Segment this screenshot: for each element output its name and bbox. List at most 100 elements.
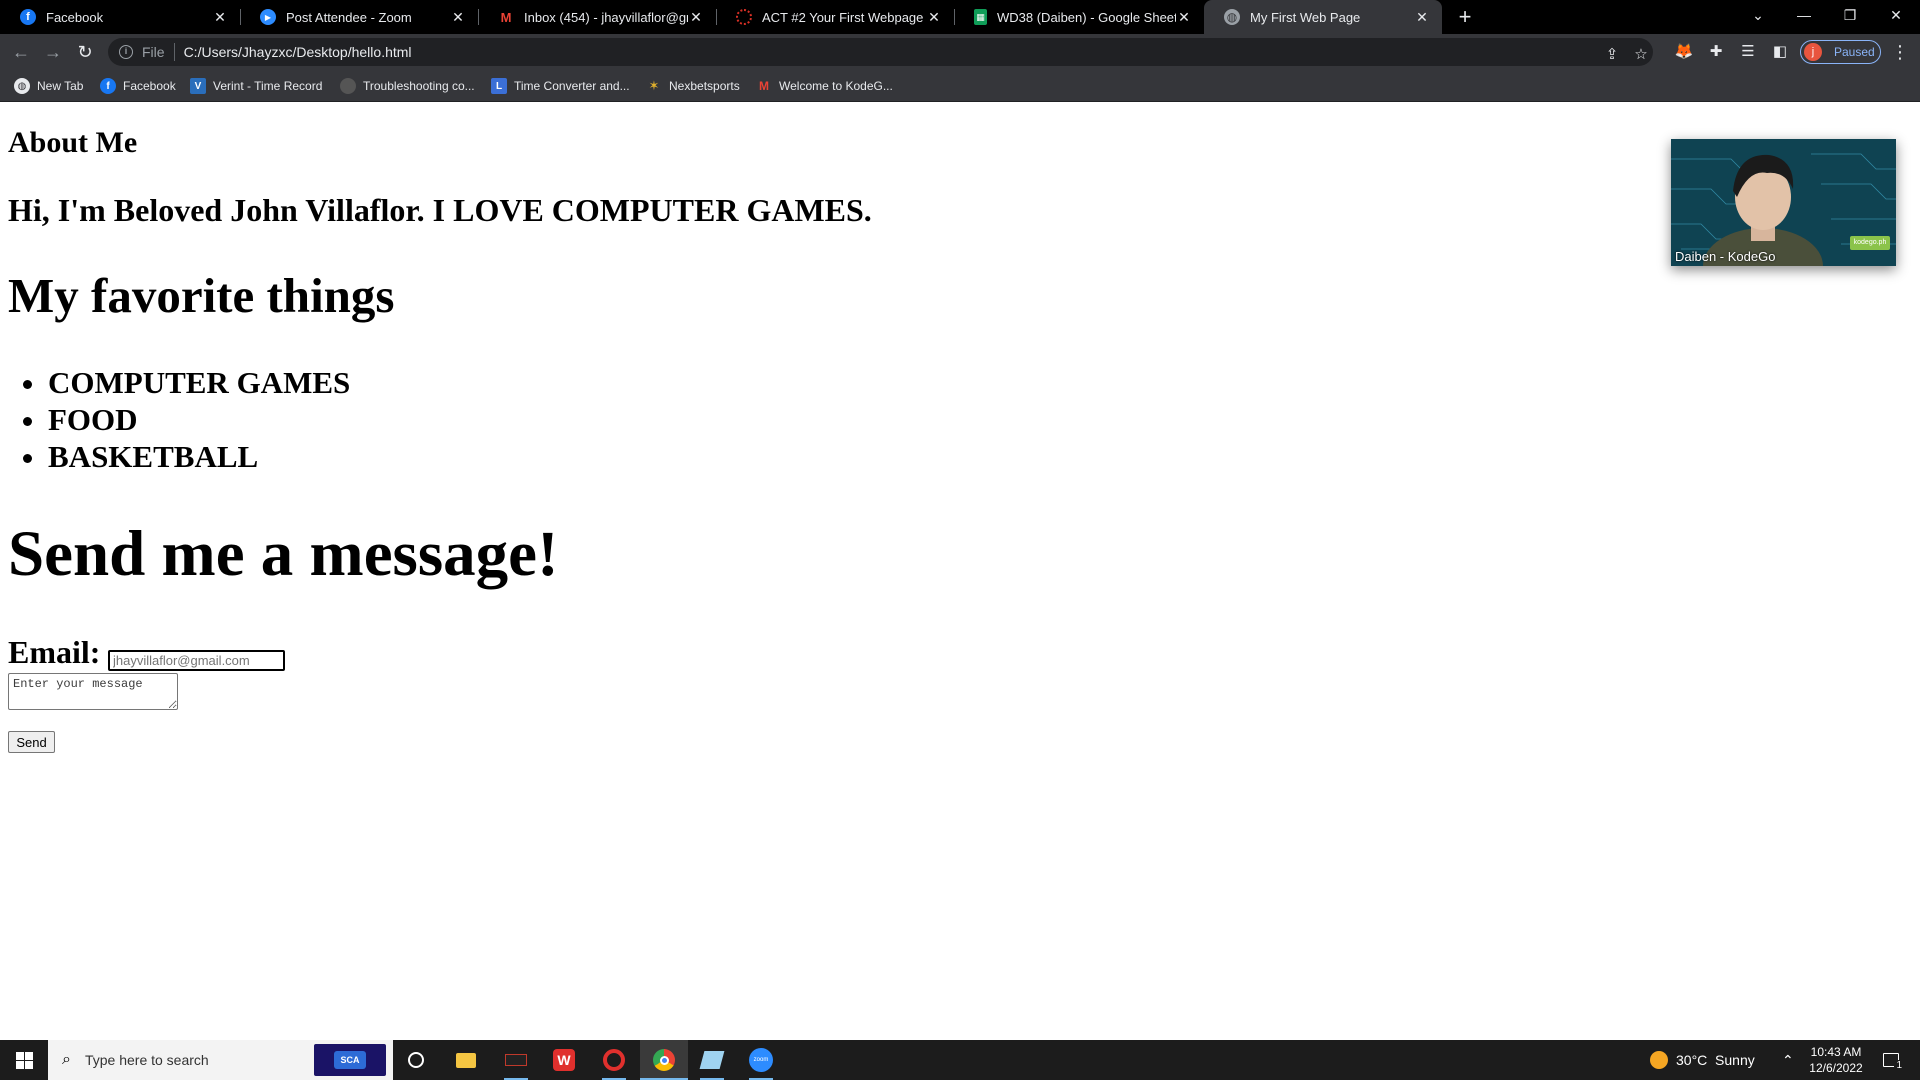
google-sheets-icon: ▦	[974, 9, 987, 25]
extensions-puzzle-icon[interactable]: ✚	[1705, 41, 1727, 63]
chevron-up-icon[interactable]: ⌃	[1782, 1040, 1794, 1080]
tab-title: Inbox (454) - jhayvillaflor@gmail	[524, 9, 688, 25]
divider	[173, 43, 175, 61]
kodego-badge: kodego.ph	[1850, 236, 1890, 250]
intro-text: Hi, I'm Beloved John Villaflor. I LOVE C…	[8, 192, 872, 228]
weather-text: 30°C Sunny	[1676, 1052, 1755, 1068]
info-icon[interactable]: i	[119, 45, 133, 59]
mobile-legends-icon[interactable]	[496, 1040, 536, 1080]
sun-icon	[1650, 1051, 1668, 1069]
send-button[interactable]: Send	[8, 731, 55, 753]
favorites-heading: My favorite things	[8, 268, 395, 323]
side-panel-icon[interactable]: ◧	[1769, 41, 1791, 63]
bookmark-time-converter[interactable]: L Time Converter and...	[491, 76, 630, 96]
tab-gmail[interactable]: M Inbox (454) - jhayvillaflor@gmail ✕	[478, 0, 716, 34]
bookmark-verint[interactable]: V Verint - Time Record	[190, 76, 322, 96]
message-textarea[interactable]	[8, 673, 178, 710]
gmail-icon: M	[759, 79, 769, 93]
tab-title: WD38 (Daiben) - Google Sheets	[997, 9, 1176, 25]
tab-zoom[interactable]: ▶ Post Attendee - Zoom ✕	[240, 0, 478, 34]
more-menu-icon[interactable]: ⋮	[1890, 40, 1910, 64]
url-scheme: File	[142, 44, 165, 60]
participant-name: Daiben - KodeGo	[1675, 249, 1776, 264]
bookmark-label: Welcome to KodeG...	[779, 79, 893, 93]
forward-button[interactable]: →	[41, 40, 65, 64]
minimize-button[interactable]: —	[1781, 0, 1827, 34]
notepad-icon[interactable]	[692, 1040, 732, 1080]
reload-button[interactable]: ↻	[73, 40, 97, 64]
restore-button[interactable]: ❐	[1827, 0, 1873, 34]
close-icon[interactable]: ✕	[688, 9, 704, 26]
bookmark-facebook[interactable]: f Facebook	[100, 76, 176, 96]
bookmark-nexbetsports[interactable]: ✶ Nexbetsports	[646, 76, 740, 96]
list-item: BASKETBALL	[48, 438, 350, 475]
tab-title: My First Web Page	[1250, 9, 1361, 25]
share-icon[interactable]: ⇪	[1601, 44, 1623, 66]
tab-google-sheets[interactable]: ▦ WD38 (Daiben) - Google Sheets ✕	[954, 0, 1204, 34]
close-icon[interactable]: ✕	[1176, 9, 1192, 26]
tab-act2[interactable]: ACT #2 Your First Webpage ✕	[716, 0, 954, 34]
back-button[interactable]: ←	[9, 40, 33, 64]
nexbetsports-icon: ✶	[648, 78, 660, 93]
bookmark-label: Verint - Time Record	[213, 79, 323, 93]
list-item: COMPUTER GAMES	[48, 364, 350, 401]
tab-title: Post Attendee - Zoom	[286, 9, 412, 25]
opera-icon[interactable]	[594, 1040, 634, 1080]
loading-spinner-icon	[736, 9, 752, 25]
clock[interactable]: 10:43 AM 12/6/2022	[1808, 1040, 1864, 1080]
search-placeholder: Type here to search	[84, 1052, 209, 1068]
task-view-icon[interactable]	[396, 1040, 436, 1080]
bookmark-star-icon[interactable]: ☆	[1630, 44, 1652, 66]
windows-taskbar: ⌕ Type here to search SCA W zoom 30°C Su	[0, 1040, 1920, 1080]
tab-search-button[interactable]: ⌄	[1735, 0, 1781, 34]
url-text[interactable]: C:/Users/Jhayzxc/Desktop/hello.html	[184, 44, 412, 60]
bookmark-label: Time Converter and...	[514, 79, 630, 93]
tab-title: Facebook	[46, 9, 104, 25]
bookmark-troubleshooting[interactable]: Troubleshooting co...	[340, 76, 475, 96]
verint-icon: V	[190, 78, 206, 94]
browser-toolbar: ← → ↻ i File C:/Users/Jhayzxc/Desktop/he…	[0, 34, 1920, 70]
reading-list-icon[interactable]: ☰	[1737, 41, 1759, 63]
metamask-extension-icon[interactable]: 🦊	[1673, 41, 1695, 63]
zoom-video-window[interactable]: kodego.ph Daiben - KodeGo	[1671, 139, 1896, 266]
gmail-icon: M	[500, 9, 512, 25]
new-tab-button[interactable]: +	[1452, 4, 1478, 30]
notification-count: 1	[1894, 1060, 1904, 1071]
wps-office-icon[interactable]: W	[544, 1040, 584, 1080]
clock-time: 10:43 AM	[1810, 1045, 1862, 1059]
notification-center-icon[interactable]: 1	[1876, 1040, 1906, 1080]
file-explorer-icon[interactable]	[446, 1040, 486, 1080]
facebook-icon: f	[100, 78, 116, 94]
search-icon: ⌕	[62, 1051, 71, 1068]
bookmark-kodego[interactable]: M Welcome to KodeG...	[756, 76, 893, 96]
profile-button[interactable]: j Paused	[1800, 40, 1881, 64]
tab-facebook[interactable]: f Facebook ✕	[0, 0, 240, 34]
chrome-icon[interactable]	[640, 1040, 688, 1080]
windows-logo-icon	[15, 1051, 33, 1069]
email-field[interactable]	[108, 650, 285, 671]
sca-widget[interactable]: SCA	[314, 1044, 386, 1076]
tab-strip: f Facebook ✕ ▶ Post Attendee - Zoom ✕ M …	[0, 0, 1920, 34]
globe-icon: ◍	[14, 78, 30, 94]
email-label: Email:	[8, 634, 101, 670]
zoom-app-icon[interactable]: zoom	[741, 1040, 781, 1080]
close-icon[interactable]: ✕	[1414, 9, 1430, 26]
facebook-icon: f	[20, 9, 36, 25]
about-heading: About Me	[8, 126, 138, 159]
weather-widget[interactable]: 30°C Sunny	[1650, 1040, 1755, 1080]
taskbar-search[interactable]: ⌕ Type here to search SCA	[48, 1040, 393, 1080]
close-window-button[interactable]: ✕	[1873, 0, 1919, 34]
address-bar[interactable]: i File C:/Users/Jhayzxc/Desktop/hello.ht…	[108, 38, 1653, 66]
close-icon[interactable]: ✕	[926, 9, 942, 26]
clock-date: 12/6/2022	[1809, 1061, 1863, 1075]
zoom-icon: ▶	[260, 9, 276, 25]
tab-my-first-web-page[interactable]: ◍ My First Web Page ✕	[1204, 0, 1442, 34]
list-item: FOOD	[48, 401, 350, 438]
start-button[interactable]	[0, 1040, 48, 1080]
bookmark-new-tab[interactable]: ◍ New Tab	[14, 76, 83, 96]
close-icon[interactable]: ✕	[212, 9, 228, 26]
avatar: j	[1804, 43, 1822, 61]
close-icon[interactable]: ✕	[450, 9, 466, 26]
favorites-list: COMPUTER GAMES FOOD BASKETBALL	[48, 364, 350, 475]
bookmark-label: Facebook	[123, 79, 176, 93]
